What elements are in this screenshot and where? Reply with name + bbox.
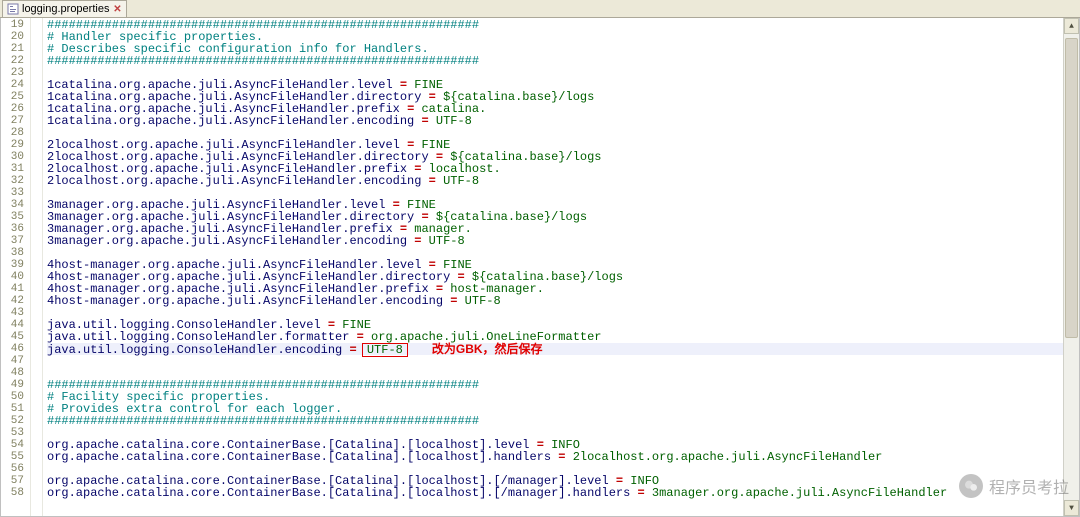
code-line[interactable]: 4host-manager.org.apache.juli.AsyncFileH… (47, 295, 1063, 307)
line-number: 25 (1, 91, 24, 103)
line-number: 38 (1, 247, 24, 259)
line-number: 51 (1, 403, 24, 415)
line-number: 36 (1, 223, 24, 235)
line-number: 34 (1, 199, 24, 211)
code-line[interactable]: ########################################… (47, 55, 1063, 67)
line-number: 23 (1, 67, 24, 79)
line-number: 55 (1, 451, 24, 463)
code-line[interactable]: org.apache.catalina.core.ContainerBase.[… (47, 487, 1063, 499)
scroll-down-button[interactable]: ▼ (1064, 500, 1079, 516)
line-number: 44 (1, 319, 24, 331)
vertical-scrollbar[interactable]: ▲ ▼ (1063, 18, 1079, 516)
code-line[interactable]: ########################################… (47, 415, 1063, 427)
fold-gutter (31, 18, 43, 516)
line-number: 58 (1, 487, 24, 499)
line-number: 54 (1, 439, 24, 451)
tab-title: logging.properties (22, 3, 109, 15)
line-number: 43 (1, 307, 24, 319)
line-number: 26 (1, 103, 24, 115)
code-line[interactable] (47, 355, 1063, 367)
code-area[interactable]: ########################################… (43, 18, 1063, 516)
line-number: 53 (1, 427, 24, 439)
line-number: 48 (1, 367, 24, 379)
line-number: 31 (1, 163, 24, 175)
line-number: 50 (1, 391, 24, 403)
line-number: 57 (1, 475, 24, 487)
line-number: 45 (1, 331, 24, 343)
code-line[interactable]: 1catalina.org.apache.juli.AsyncFileHandl… (47, 115, 1063, 127)
code-editor: 1920212223242526272829303132333435363738… (0, 18, 1080, 517)
line-number: 47 (1, 355, 24, 367)
line-number: 39 (1, 259, 24, 271)
properties-file-icon (7, 3, 19, 15)
line-number: 21 (1, 43, 24, 55)
line-number: 35 (1, 211, 24, 223)
line-number: 32 (1, 175, 24, 187)
line-number: 56 (1, 463, 24, 475)
line-number: 20 (1, 31, 24, 43)
line-number: 46 (1, 343, 24, 355)
scroll-thumb[interactable] (1065, 38, 1078, 338)
line-number: 27 (1, 115, 24, 127)
line-number: 29 (1, 139, 24, 151)
line-number: 40 (1, 271, 24, 283)
line-number: 28 (1, 127, 24, 139)
line-number: 41 (1, 283, 24, 295)
code-line[interactable]: java.util.logging.ConsoleHandler.encodin… (47, 343, 1063, 355)
close-icon[interactable]: ✕ (112, 4, 122, 14)
line-number: 52 (1, 415, 24, 427)
line-number: 19 (1, 19, 24, 31)
line-number: 22 (1, 55, 24, 67)
line-number: 33 (1, 187, 24, 199)
line-number: 37 (1, 235, 24, 247)
tab-bar: logging.properties ✕ (0, 0, 1080, 18)
file-tab[interactable]: logging.properties ✕ (2, 0, 127, 17)
code-line[interactable]: 3manager.org.apache.juli.AsyncFileHandle… (47, 235, 1063, 247)
annotation-text: 改为GBK，然后保存 (432, 342, 543, 356)
line-number: 42 (1, 295, 24, 307)
line-number: 24 (1, 79, 24, 91)
line-number: 30 (1, 151, 24, 163)
scroll-up-button[interactable]: ▲ (1064, 18, 1079, 34)
line-number: 49 (1, 379, 24, 391)
code-line[interactable]: 2localhost.org.apache.juli.AsyncFileHand… (47, 175, 1063, 187)
code-line[interactable]: org.apache.catalina.core.ContainerBase.[… (47, 451, 1063, 463)
line-number-gutter: 1920212223242526272829303132333435363738… (1, 18, 31, 516)
code-line[interactable]: java.util.logging.ConsoleHandler.formatt… (47, 331, 1063, 343)
